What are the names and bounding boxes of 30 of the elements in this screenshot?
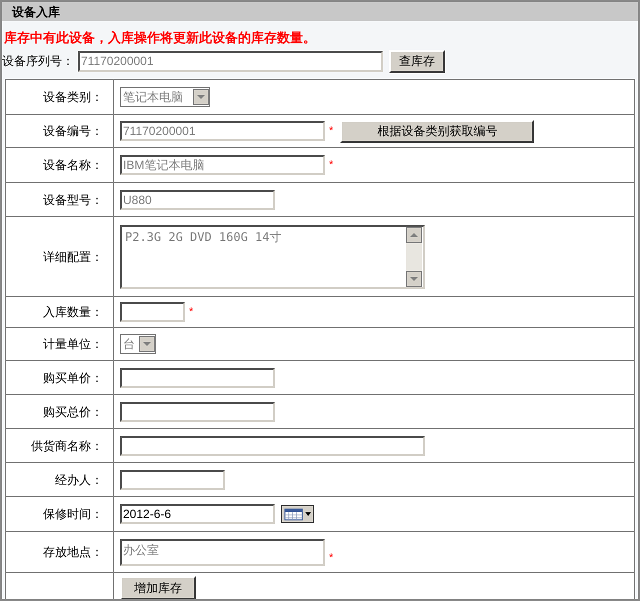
required-mark: * xyxy=(189,304,194,320)
field-label: 购买总价： xyxy=(43,404,103,420)
down-arrow-icon xyxy=(410,276,418,280)
required-mark: * xyxy=(329,550,334,566)
panel-header: 设备入库 xyxy=(2,2,638,21)
text-field[interactable] xyxy=(120,436,425,456)
date-field[interactable]: 2012-6-6 xyxy=(120,504,275,524)
field-label: 设备名称： xyxy=(43,157,103,174)
field-label: 设备类别： xyxy=(43,89,103,106)
required-mark: * xyxy=(329,124,334,139)
field-label: 存放地点： xyxy=(43,544,103,561)
text-field[interactable] xyxy=(120,302,185,322)
field-label: 设备序列号： xyxy=(2,53,74,70)
field-label: 购买单价： xyxy=(43,370,103,386)
warning-message: 库存中有此设备，入库操作将更新此设备的库存数量。 xyxy=(3,30,317,46)
field-label: 入库数量： xyxy=(43,304,103,321)
add-stock-button[interactable]: 增加库存 xyxy=(120,576,196,599)
field-label: 经办人： xyxy=(55,472,103,488)
calendar-icon[interactable] xyxy=(281,505,314,523)
text-field[interactable] xyxy=(120,368,275,388)
up-arrow-icon xyxy=(410,232,418,236)
field-label: 设备型号： xyxy=(43,192,103,208)
field-label: 保修时间： xyxy=(43,506,103,523)
text-field[interactable] xyxy=(120,402,275,422)
required-mark: * xyxy=(329,158,334,173)
field-label: 计量单位： xyxy=(43,336,103,353)
text-field[interactable] xyxy=(120,470,225,490)
field-label: 供货商名称： xyxy=(31,438,103,454)
field-label: 详细配置： xyxy=(43,248,103,266)
field-label: 设备编号： xyxy=(43,123,103,140)
